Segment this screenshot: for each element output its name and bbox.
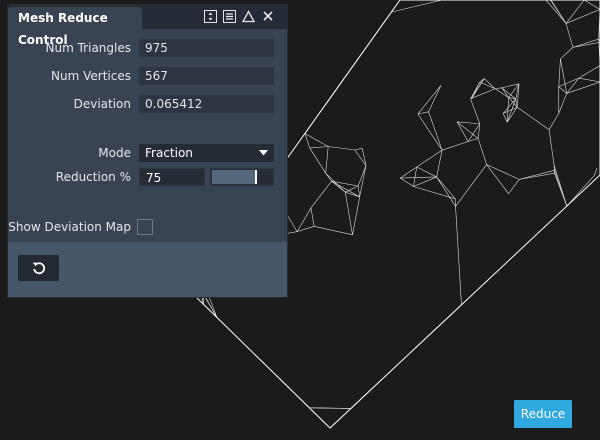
menu-icon[interactable] xyxy=(222,9,236,23)
reduction-slider-fill xyxy=(212,170,257,184)
show-deviation-map-label: Show Deviation Map xyxy=(8,220,131,234)
reset-button[interactable] xyxy=(18,255,59,281)
close-icon[interactable] xyxy=(261,9,275,23)
reset-icon xyxy=(32,262,45,275)
panel-footer xyxy=(8,242,287,297)
panel-title: Mesh Reduce Control xyxy=(8,7,142,47)
mesh-reduce-panel: Mesh Reduce Control Num Triangles 975 Nu… xyxy=(7,4,288,298)
deviation-value: 0.065412 xyxy=(139,95,274,113)
reduction-input[interactable]: 75 xyxy=(139,168,205,186)
num-vertices-value: 567 xyxy=(139,67,274,85)
mode-select[interactable]: Fraction xyxy=(139,144,274,162)
panel-titlebar[interactable]: Mesh Reduce Control xyxy=(8,5,287,47)
collapse-expand-icon[interactable] xyxy=(203,9,217,23)
mode-label: Mode xyxy=(98,146,131,160)
reduction-slider[interactable] xyxy=(210,168,274,186)
reduction-label: Reduction % xyxy=(55,170,131,184)
num-triangles-value: 975 xyxy=(139,39,274,57)
deviation-label: Deviation xyxy=(73,97,131,111)
num-triangles-label: Num Triangles xyxy=(45,41,131,55)
num-vertices-label: Num Vertices xyxy=(51,69,131,83)
chevron-down-icon xyxy=(259,150,268,156)
show-deviation-map-checkbox[interactable] xyxy=(137,219,153,235)
reduce-button[interactable]: Reduce xyxy=(514,400,572,428)
reduction-slider-handle[interactable] xyxy=(255,170,257,184)
mode-select-value: Fraction xyxy=(145,146,193,160)
warning-icon[interactable] xyxy=(241,9,255,23)
